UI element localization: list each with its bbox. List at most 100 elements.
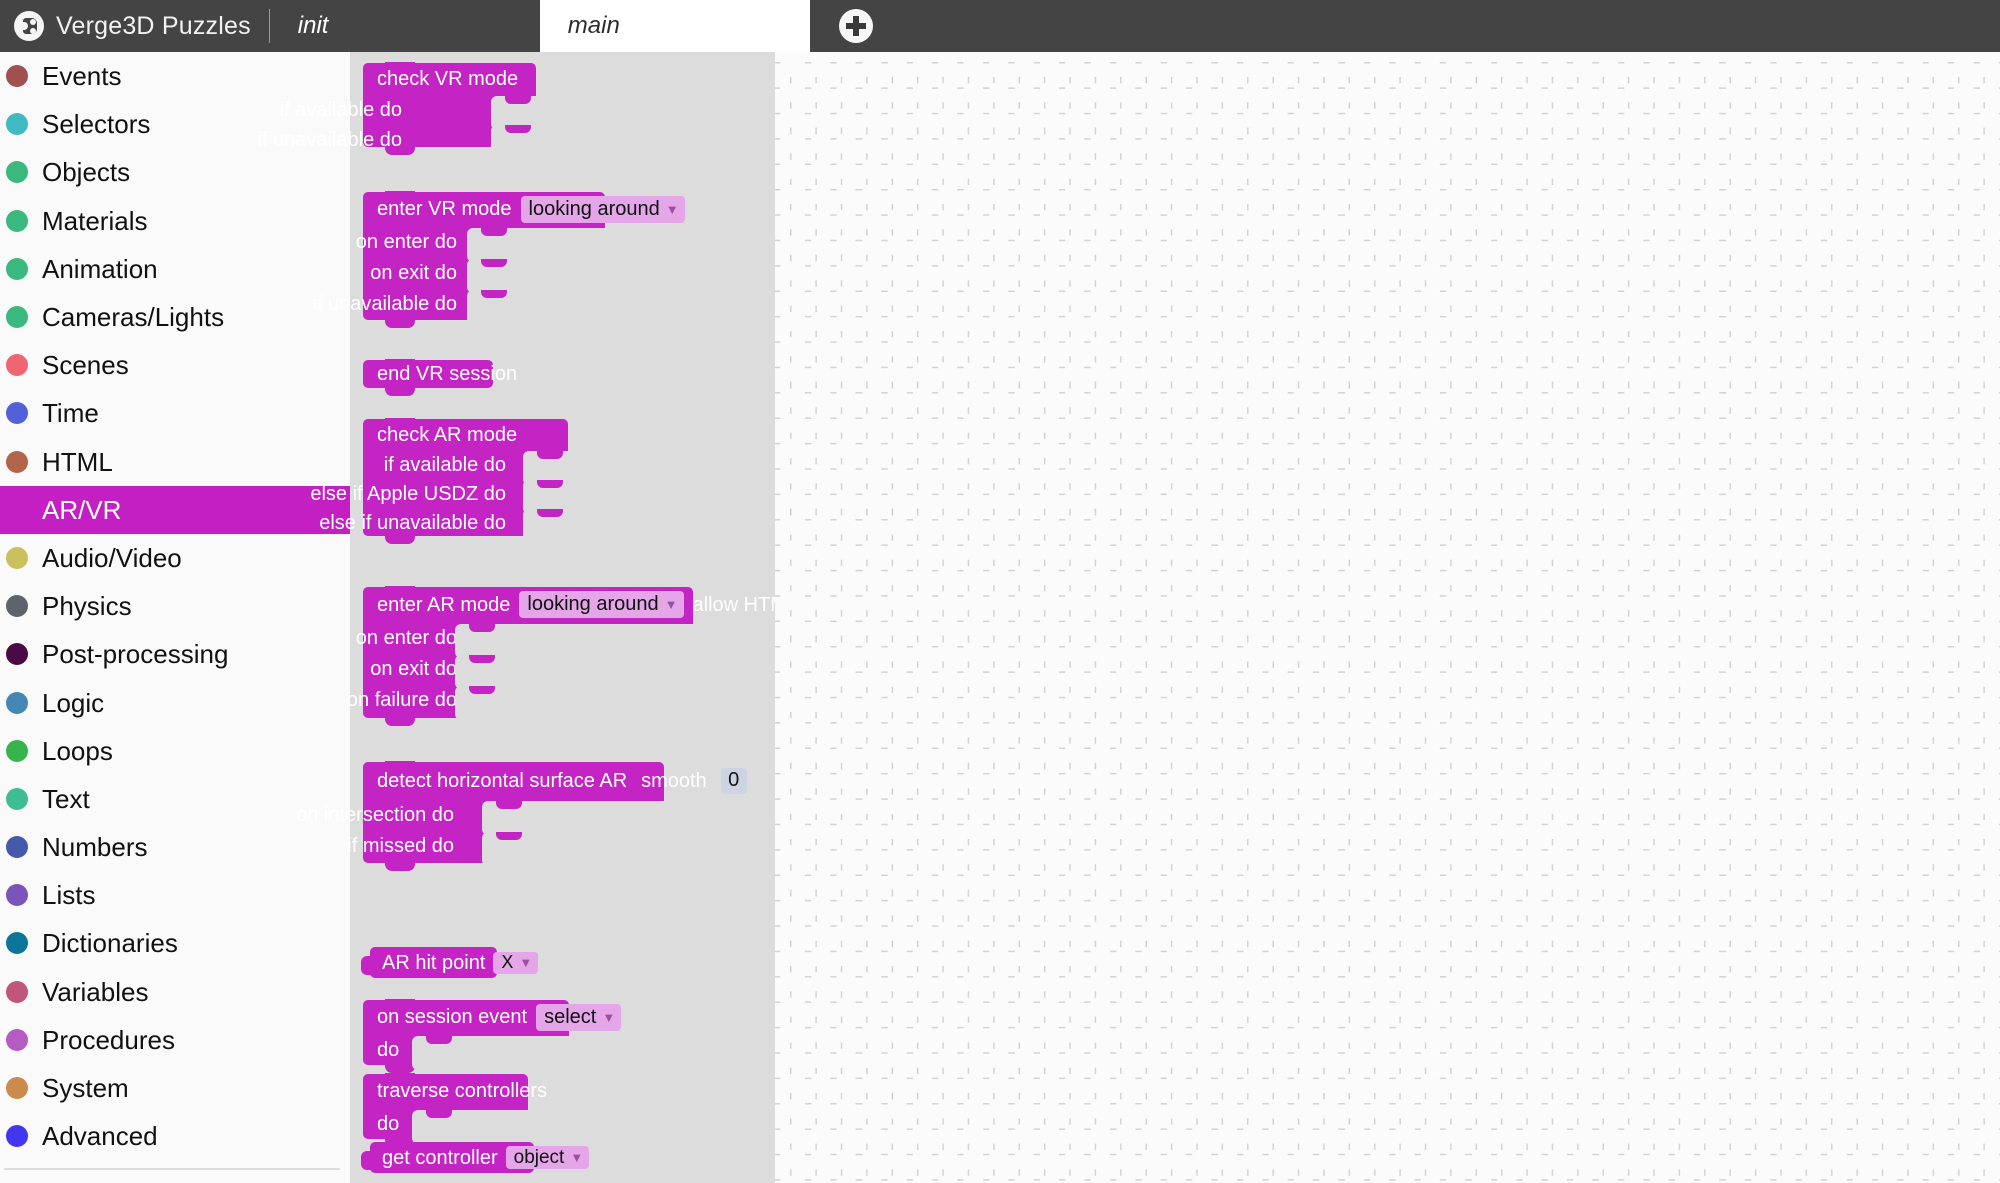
session-event-dropdown[interactable]: select ▼ [536,1003,622,1031]
statement-slot[interactable] [412,1110,528,1144]
sidebar-item-physics[interactable]: Physics [0,582,350,630]
block-title: AR hit point [382,951,486,974]
category-color-dot [6,980,28,1003]
sidebar-item-label: AR/VR [42,494,122,525]
sidebar-item-html[interactable]: HTML [0,438,350,486]
statement-slot[interactable] [491,125,549,159]
blockly-workspace[interactable] [775,52,2000,1183]
sidebar-item-label: Advanced [42,1121,158,1152]
ar-hit-point-block[interactable]: AR hit point X ▼ [361,947,539,978]
on-session-event-block[interactable]: on session event select ▼ do [363,999,622,1073]
sidebar-item-advanced[interactable]: Advanced [0,1112,350,1160]
block-row-label: if available do [383,453,506,476]
category-color-dot [6,257,28,280]
vr-mode-dropdown[interactable]: looking around ▼ [520,195,685,223]
chevron-down-icon: ▼ [664,597,678,612]
statement-slot[interactable] [467,290,605,324]
tab-bar: init main [270,0,810,52]
sidebar-item-label: Variables [42,976,149,1007]
sidebar-item-audio-video[interactable]: Audio/Video [0,534,350,582]
sidebar-item-scenes[interactable]: Scenes [0,341,350,389]
sidebar-item-label: Scenes [42,350,129,381]
sidebar-item-system[interactable]: System [0,1064,350,1112]
block-title: check AR mode [377,423,518,446]
block-palette-flyout[interactable]: check VR mode if available do if unavail… [257,52,798,1183]
detect-horizontal-surface-ar-block[interactable]: detect horizontal surface AR smooth 0 on… [296,761,747,871]
statement-slot[interactable] [455,686,693,720]
sidebar-item-objects[interactable]: Objects [0,148,350,196]
smooth-label: smooth [641,769,707,792]
enter-ar-mode-block[interactable]: enter AR mode looking around ▼ allow HTM… [347,586,798,726]
smooth-value-input[interactable]: 0 [720,767,747,794]
category-color-dot [6,691,28,714]
app-title: Verge3D Puzzles [56,11,251,40]
sidebar-item-label: Objects [42,157,131,188]
sidebar-item-label: Time [42,398,99,429]
block-title: check VR mode [377,68,519,90]
category-color-dot [6,113,28,136]
sidebar-item-events[interactable]: Events [0,52,350,100]
dropdown-value: object [513,1146,565,1168]
category-color-dot [6,884,28,907]
sidebar-item-numbers[interactable]: Numbers [0,823,350,871]
enter-vr-mode-block[interactable]: enter VR mode looking around ▼ on enter … [312,191,685,328]
category-color-dot [6,1028,28,1051]
dropdown-value: looking around [528,197,660,220]
tab-init[interactable]: init [270,0,540,52]
sidebar-item-logic[interactable]: Logic [0,678,350,726]
statement-slot[interactable] [482,832,664,866]
sidebar-item-label: Post-processing [42,639,229,670]
sidebar-item-label: Lists [42,880,96,911]
sidebar-item-materials[interactable]: Materials [0,197,350,245]
block-row-label: on intersection do [296,803,454,826]
hit-point-axis-dropdown[interactable]: X ▼ [493,951,539,974]
sidebar-item-lists[interactable]: Lists [0,871,350,919]
chevron-down-icon: ▼ [602,1009,616,1025]
block-row-label: on enter do [355,230,457,253]
controller-part-dropdown[interactable]: object ▼ [505,1146,590,1169]
sidebar-item-post-processing[interactable]: Post-processing [0,630,350,678]
add-tab-button[interactable] [810,0,902,52]
block-row-label: else if unavailable do [319,511,506,534]
tab-main[interactable]: main [539,0,810,52]
sidebar-item-cameras-lights[interactable]: Cameras/Lights [0,293,350,341]
sidebar-item-label: Logic [42,687,105,718]
dropdown-value: X [501,952,514,972]
category-color-dot [6,450,28,473]
category-color-dot [6,65,28,88]
verge3d-puzzle-logo-icon [14,11,44,41]
sidebar-item-animation[interactable]: Animation [0,245,350,293]
block-notch-bottom [385,717,415,726]
sidebar-item-label: Materials [42,205,148,236]
sidebar-item-dictionaries[interactable]: Dictionaries [0,919,350,967]
plus-circle-icon [838,9,873,43]
block-row-label: if available do [279,99,402,121]
statement-slot[interactable] [412,1036,569,1070]
block-row-label: on exit do [370,657,457,680]
block-row-label: if unavailable do [312,292,457,315]
sidebar-item-time[interactable]: Time [0,389,350,437]
traverse-controllers-block[interactable]: traverse controllers do [363,1073,547,1147]
check-vr-mode-block[interactable]: check VR mode if available do if unavail… [257,62,549,159]
chevron-down-icon: ▼ [519,955,533,970]
category-color-dot [6,836,28,859]
sidebar-item-variables[interactable]: Variables [0,968,350,1016]
sidebar-item-label: Cameras/Lights [42,302,225,333]
ar-mode-dropdown[interactable]: looking around ▼ [519,591,684,618]
statement-slot[interactable] [523,509,581,543]
category-color-dot [6,739,28,762]
sidebar-item-label: Loops [42,735,113,766]
get-controller-block[interactable]: get controller object ▼ [361,1142,590,1173]
end-vr-session-block[interactable]: end VR session [363,359,517,396]
sidebar-item-loops[interactable]: Loops [0,727,350,775]
chevron-down-icon: ▼ [665,201,679,217]
toolbox-sidebar[interactable]: Events Selectors Objects Materials Anima… [0,52,350,1183]
sidebar-item-label: Text [42,783,90,814]
sidebar-item-ar-vr[interactable]: AR/VR [0,485,350,534]
sidebar-item-procedures[interactable]: Procedures [0,1016,350,1064]
block-row-label: do [377,1038,400,1061]
block-row-label: if unavailable do [257,129,402,151]
sidebar-item-label: Numbers [42,832,148,863]
check-ar-mode-block[interactable]: check AR mode if available do else if Ap… [310,418,581,544]
category-color-dot [6,787,28,810]
